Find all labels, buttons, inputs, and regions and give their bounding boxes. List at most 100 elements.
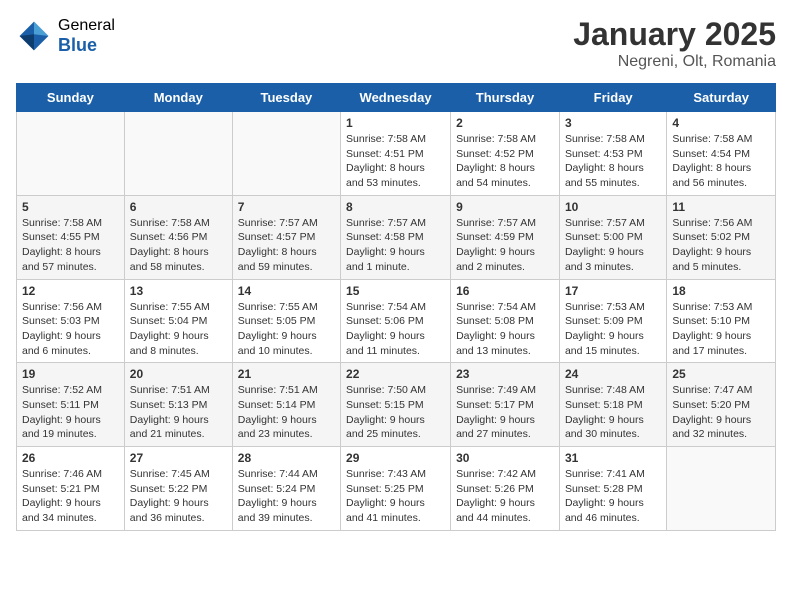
logo-general: General xyxy=(58,16,115,35)
day-number: 17 xyxy=(565,284,661,298)
day-number: 15 xyxy=(346,284,445,298)
calendar-day-cell: 11 Sunrise: 7:56 AM Sunset: 5:02 PM Dayli… xyxy=(667,195,776,279)
calendar-body: 1 Sunrise: 7:58 AM Sunset: 4:51 PM Daylig… xyxy=(17,112,776,531)
day-info: Sunrise: 7:58 AM Sunset: 4:52 PM Dayligh… xyxy=(456,132,554,191)
calendar-day-header: Wednesday xyxy=(341,84,451,112)
day-number: 7 xyxy=(238,200,335,214)
day-info: Sunrise: 7:57 AM Sunset: 4:58 PM Dayligh… xyxy=(346,216,445,275)
day-number: 6 xyxy=(130,200,227,214)
day-number: 5 xyxy=(22,200,119,214)
calendar-day-cell: 28 Sunrise: 7:44 AM Sunset: 5:24 PM Dayli… xyxy=(232,447,340,531)
day-number: 12 xyxy=(22,284,119,298)
day-info: Sunrise: 7:54 AM Sunset: 5:08 PM Dayligh… xyxy=(456,300,554,359)
day-number: 10 xyxy=(565,200,661,214)
day-info: Sunrise: 7:47 AM Sunset: 5:20 PM Dayligh… xyxy=(672,383,770,442)
day-number: 28 xyxy=(238,451,335,465)
day-info: Sunrise: 7:58 AM Sunset: 4:55 PM Dayligh… xyxy=(22,216,119,275)
day-number: 27 xyxy=(130,451,227,465)
calendar-day-cell: 10 Sunrise: 7:57 AM Sunset: 5:00 PM Dayli… xyxy=(559,195,666,279)
calendar-day-cell: 5 Sunrise: 7:58 AM Sunset: 4:55 PM Daylig… xyxy=(17,195,125,279)
calendar-day-cell: 3 Sunrise: 7:58 AM Sunset: 4:53 PM Daylig… xyxy=(559,112,666,196)
calendar-week-row: 1 Sunrise: 7:58 AM Sunset: 4:51 PM Daylig… xyxy=(17,112,776,196)
calendar-day-cell: 26 Sunrise: 7:46 AM Sunset: 5:21 PM Dayli… xyxy=(17,447,125,531)
day-info: Sunrise: 7:56 AM Sunset: 5:02 PM Dayligh… xyxy=(672,216,770,275)
day-number: 19 xyxy=(22,367,119,381)
calendar-day-cell: 29 Sunrise: 7:43 AM Sunset: 5:25 PM Dayli… xyxy=(341,447,451,531)
day-info: Sunrise: 7:55 AM Sunset: 5:04 PM Dayligh… xyxy=(130,300,227,359)
title-block: January 2025 Negreni, Olt, Romania xyxy=(573,16,776,71)
day-info: Sunrise: 7:45 AM Sunset: 5:22 PM Dayligh… xyxy=(130,467,227,526)
day-info: Sunrise: 7:57 AM Sunset: 4:59 PM Dayligh… xyxy=(456,216,554,275)
day-number: 2 xyxy=(456,116,554,130)
calendar-day-cell: 30Sunrise: 7:42 AM Sunset: 5:26 PM Dayli… xyxy=(451,447,560,531)
day-info: Sunrise: 7:51 AM Sunset: 5:14 PM Dayligh… xyxy=(238,383,335,442)
day-number: 21 xyxy=(238,367,335,381)
calendar-day-cell: 22 Sunrise: 7:50 AM Sunset: 5:15 PM Dayli… xyxy=(341,363,451,447)
calendar-day-cell: 7Sunrise: 7:57 AM Sunset: 4:57 PM Daylig… xyxy=(232,195,340,279)
calendar-day-cell xyxy=(17,112,125,196)
day-info: Sunrise: 7:58 AM Sunset: 4:54 PM Dayligh… xyxy=(672,132,770,191)
calendar-day-cell: 6 Sunrise: 7:58 AM Sunset: 4:56 PM Daylig… xyxy=(124,195,232,279)
calendar-day-cell: 1 Sunrise: 7:58 AM Sunset: 4:51 PM Daylig… xyxy=(341,112,451,196)
calendar-day-cell: 13 Sunrise: 7:55 AM Sunset: 5:04 PM Dayli… xyxy=(124,279,232,363)
day-number: 14 xyxy=(238,284,335,298)
day-info: Sunrise: 7:58 AM Sunset: 4:56 PM Dayligh… xyxy=(130,216,227,275)
calendar-day-header: Tuesday xyxy=(232,84,340,112)
day-info: Sunrise: 7:48 AM Sunset: 5:18 PM Dayligh… xyxy=(565,383,661,442)
day-info: Sunrise: 7:58 AM Sunset: 4:51 PM Dayligh… xyxy=(346,132,445,191)
calendar-day-cell: 23Sunrise: 7:49 AM Sunset: 5:17 PM Dayli… xyxy=(451,363,560,447)
calendar-table: SundayMondayTuesdayWednesdayThursdayFrid… xyxy=(16,83,776,531)
day-number: 25 xyxy=(672,367,770,381)
calendar-day-cell: 16Sunrise: 7:54 AM Sunset: 5:08 PM Dayli… xyxy=(451,279,560,363)
month-title: January 2025 xyxy=(573,16,776,53)
day-info: Sunrise: 7:53 AM Sunset: 5:09 PM Dayligh… xyxy=(565,300,661,359)
calendar-day-cell: 12Sunrise: 7:56 AM Sunset: 5:03 PM Dayli… xyxy=(17,279,125,363)
day-info: Sunrise: 7:58 AM Sunset: 4:53 PM Dayligh… xyxy=(565,132,661,191)
calendar-day-cell: 17 Sunrise: 7:53 AM Sunset: 5:09 PM Dayli… xyxy=(559,279,666,363)
day-number: 1 xyxy=(346,116,445,130)
day-number: 26 xyxy=(22,451,119,465)
logo-text: General Blue xyxy=(58,16,115,57)
day-number: 4 xyxy=(672,116,770,130)
day-info: Sunrise: 7:50 AM Sunset: 5:15 PM Dayligh… xyxy=(346,383,445,442)
location: Negreni, Olt, Romania xyxy=(573,53,776,71)
day-info: Sunrise: 7:54 AM Sunset: 5:06 PM Dayligh… xyxy=(346,300,445,359)
logo-blue: Blue xyxy=(58,35,115,57)
calendar-day-cell: 8Sunrise: 7:57 AM Sunset: 4:58 PM Daylig… xyxy=(341,195,451,279)
day-number: 11 xyxy=(672,200,770,214)
day-info: Sunrise: 7:51 AM Sunset: 5:13 PM Dayligh… xyxy=(130,383,227,442)
calendar-day-cell: 19 Sunrise: 7:52 AM Sunset: 5:11 PM Dayli… xyxy=(17,363,125,447)
calendar-day-cell: 4 Sunrise: 7:58 AM Sunset: 4:54 PM Daylig… xyxy=(667,112,776,196)
day-number: 18 xyxy=(672,284,770,298)
day-number: 22 xyxy=(346,367,445,381)
calendar-day-cell: 15 Sunrise: 7:54 AM Sunset: 5:06 PM Dayli… xyxy=(341,279,451,363)
calendar-day-header: Monday xyxy=(124,84,232,112)
day-number: 13 xyxy=(130,284,227,298)
logo-icon xyxy=(16,18,52,54)
calendar-day-cell: 14 Sunrise: 7:55 AM Sunset: 5:05 PM Dayli… xyxy=(232,279,340,363)
day-info: Sunrise: 7:41 AM Sunset: 5:28 PM Dayligh… xyxy=(565,467,661,526)
day-info: Sunrise: 7:44 AM Sunset: 5:24 PM Dayligh… xyxy=(238,467,335,526)
day-info: Sunrise: 7:52 AM Sunset: 5:11 PM Dayligh… xyxy=(22,383,119,442)
day-number: 3 xyxy=(565,116,661,130)
calendar-header-row: SundayMondayTuesdayWednesdayThursdayFrid… xyxy=(17,84,776,112)
day-number: 31 xyxy=(565,451,661,465)
calendar-day-cell: 9 Sunrise: 7:57 AM Sunset: 4:59 PM Daylig… xyxy=(451,195,560,279)
day-info: Sunrise: 7:49 AM Sunset: 5:17 PM Dayligh… xyxy=(456,383,554,442)
day-info: Sunrise: 7:55 AM Sunset: 5:05 PM Dayligh… xyxy=(238,300,335,359)
calendar-day-cell: 31 Sunrise: 7:41 AM Sunset: 5:28 PM Dayli… xyxy=(559,447,666,531)
page-header: General Blue January 2025 Negreni, Olt, … xyxy=(16,16,776,71)
calendar-week-row: 19 Sunrise: 7:52 AM Sunset: 5:11 PM Dayli… xyxy=(17,363,776,447)
logo: General Blue xyxy=(16,16,115,57)
day-number: 9 xyxy=(456,200,554,214)
calendar-day-cell: 27 Sunrise: 7:45 AM Sunset: 5:22 PM Dayli… xyxy=(124,447,232,531)
day-info: Sunrise: 7:57 AM Sunset: 5:00 PM Dayligh… xyxy=(565,216,661,275)
day-info: Sunrise: 7:43 AM Sunset: 5:25 PM Dayligh… xyxy=(346,467,445,526)
calendar-week-row: 5 Sunrise: 7:58 AM Sunset: 4:55 PM Daylig… xyxy=(17,195,776,279)
day-info: Sunrise: 7:42 AM Sunset: 5:26 PM Dayligh… xyxy=(456,467,554,526)
day-info: Sunrise: 7:46 AM Sunset: 5:21 PM Dayligh… xyxy=(22,467,119,526)
calendar-day-header: Thursday xyxy=(451,84,560,112)
day-number: 29 xyxy=(346,451,445,465)
day-number: 24 xyxy=(565,367,661,381)
calendar-day-cell: 20Sunrise: 7:51 AM Sunset: 5:13 PM Dayli… xyxy=(124,363,232,447)
